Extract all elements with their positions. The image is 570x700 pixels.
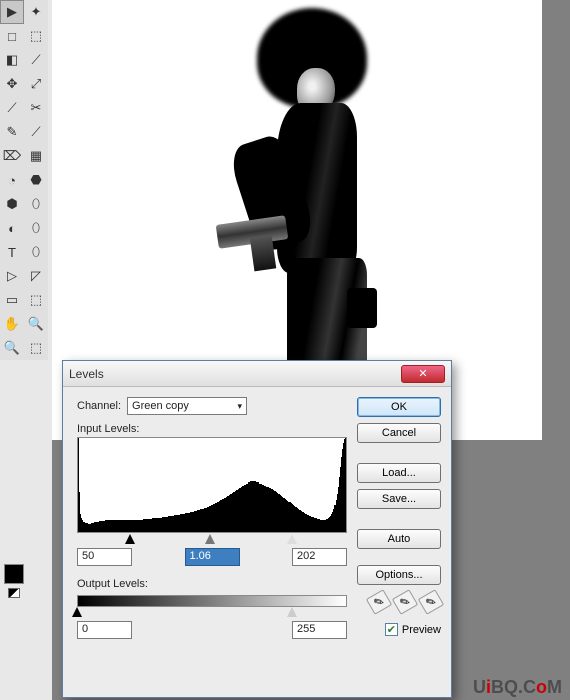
tool-4[interactable]: ⟋ (0, 96, 24, 120)
auto-button[interactable]: Auto (357, 529, 441, 549)
levels-dialog: Levels ✕ Channel: Green copy ▾ Input Lev… (62, 360, 452, 698)
output-highlight-field[interactable]: 255 (292, 621, 347, 639)
close-icon: ✕ (418, 367, 427, 380)
tool-11[interactable]: ▷ (0, 264, 24, 288)
tool-9[interactable]: ◐ (0, 216, 24, 240)
tool-b-11[interactable]: ◸ (24, 264, 48, 288)
tool-b-14[interactable]: ⬚ (24, 336, 48, 360)
tool-3[interactable]: ✥ (0, 72, 24, 96)
eyedropper-black-icon[interactable]: ✎ (366, 589, 392, 615)
eyedropper-white-icon[interactable]: ✎ (418, 589, 444, 615)
tool-b-7[interactable]: ⬣ (24, 168, 48, 192)
input-gamma-field[interactable]: 1.06 (185, 548, 240, 566)
dialog-titlebar[interactable]: Levels ✕ (63, 361, 451, 387)
channel-select[interactable]: Green copy ▾ (127, 397, 247, 415)
tool-13[interactable]: ✋ (0, 312, 24, 336)
input-highlight-slider[interactable] (287, 534, 297, 544)
input-slider-track (77, 534, 347, 546)
watermark: UiBQ.CoM (473, 677, 562, 698)
tool-7[interactable]: ◔ (0, 168, 24, 192)
tool-b-10[interactable]: ⬯ (24, 240, 48, 264)
tool-b-1[interactable]: ⬚ (24, 24, 48, 48)
foreground-color-swatch[interactable] (4, 564, 24, 584)
tool-b-12[interactable]: ⬚ (24, 288, 48, 312)
options-button[interactable]: Options... (357, 565, 441, 585)
output-highlight-slider[interactable] (287, 607, 297, 617)
tool-b-0[interactable]: ✦ (24, 0, 48, 24)
tool-14[interactable]: 🔍 (0, 336, 24, 360)
swap-colors-icon[interactable] (8, 588, 20, 598)
tool-b-3[interactable]: ⤢ (24, 72, 48, 96)
cancel-button[interactable]: Cancel (357, 423, 441, 443)
tool-2[interactable]: ◧ (0, 48, 24, 72)
input-highlight-field[interactable]: 202 (292, 548, 347, 566)
tool-8[interactable]: ⬢ (0, 192, 24, 216)
output-gradient (77, 595, 347, 607)
ok-button[interactable]: OK (357, 397, 441, 417)
tool-6[interactable]: ⌦ (0, 144, 24, 168)
preview-label: Preview (402, 624, 441, 636)
tool-10[interactable]: T (0, 240, 24, 264)
tool-b-2[interactable]: ⟋ (24, 48, 48, 72)
output-levels-label: Output Levels: (77, 578, 347, 590)
close-button[interactable]: ✕ (401, 365, 445, 383)
output-shadow-slider[interactable] (72, 607, 82, 617)
dialog-title: Levels (69, 367, 401, 381)
histogram (77, 437, 347, 533)
tool-1[interactable]: □ (0, 24, 24, 48)
tool-b-9[interactable]: ⬯ (24, 216, 48, 240)
input-levels-label: Input Levels: (77, 423, 347, 435)
tool-5[interactable]: ✎ (0, 120, 24, 144)
tool-12[interactable]: ▭ (0, 288, 24, 312)
preview-checkbox[interactable]: ✔ (385, 623, 398, 636)
save-button[interactable]: Save... (357, 489, 441, 509)
load-button[interactable]: Load... (357, 463, 441, 483)
channel-label: Channel: (77, 400, 121, 412)
chevron-down-icon: ▾ (238, 401, 243, 412)
input-shadow-slider[interactable] (125, 534, 135, 544)
tool-b-13[interactable]: 🔍 (24, 312, 48, 336)
output-shadow-field[interactable]: 0 (77, 621, 132, 639)
tool-0[interactable]: ▶ (0, 0, 24, 24)
input-midtone-slider[interactable] (205, 534, 215, 544)
channel-value: Green copy (132, 400, 189, 412)
eyedropper-gray-icon[interactable]: ✎ (392, 589, 418, 615)
input-shadow-field[interactable]: 50 (77, 548, 132, 566)
tool-b-8[interactable]: ⬯ (24, 192, 48, 216)
tool-b-6[interactable]: ▦ (24, 144, 48, 168)
tool-b-5[interactable]: ⟋ (24, 120, 48, 144)
tool-b-4[interactable]: ✂ (24, 96, 48, 120)
